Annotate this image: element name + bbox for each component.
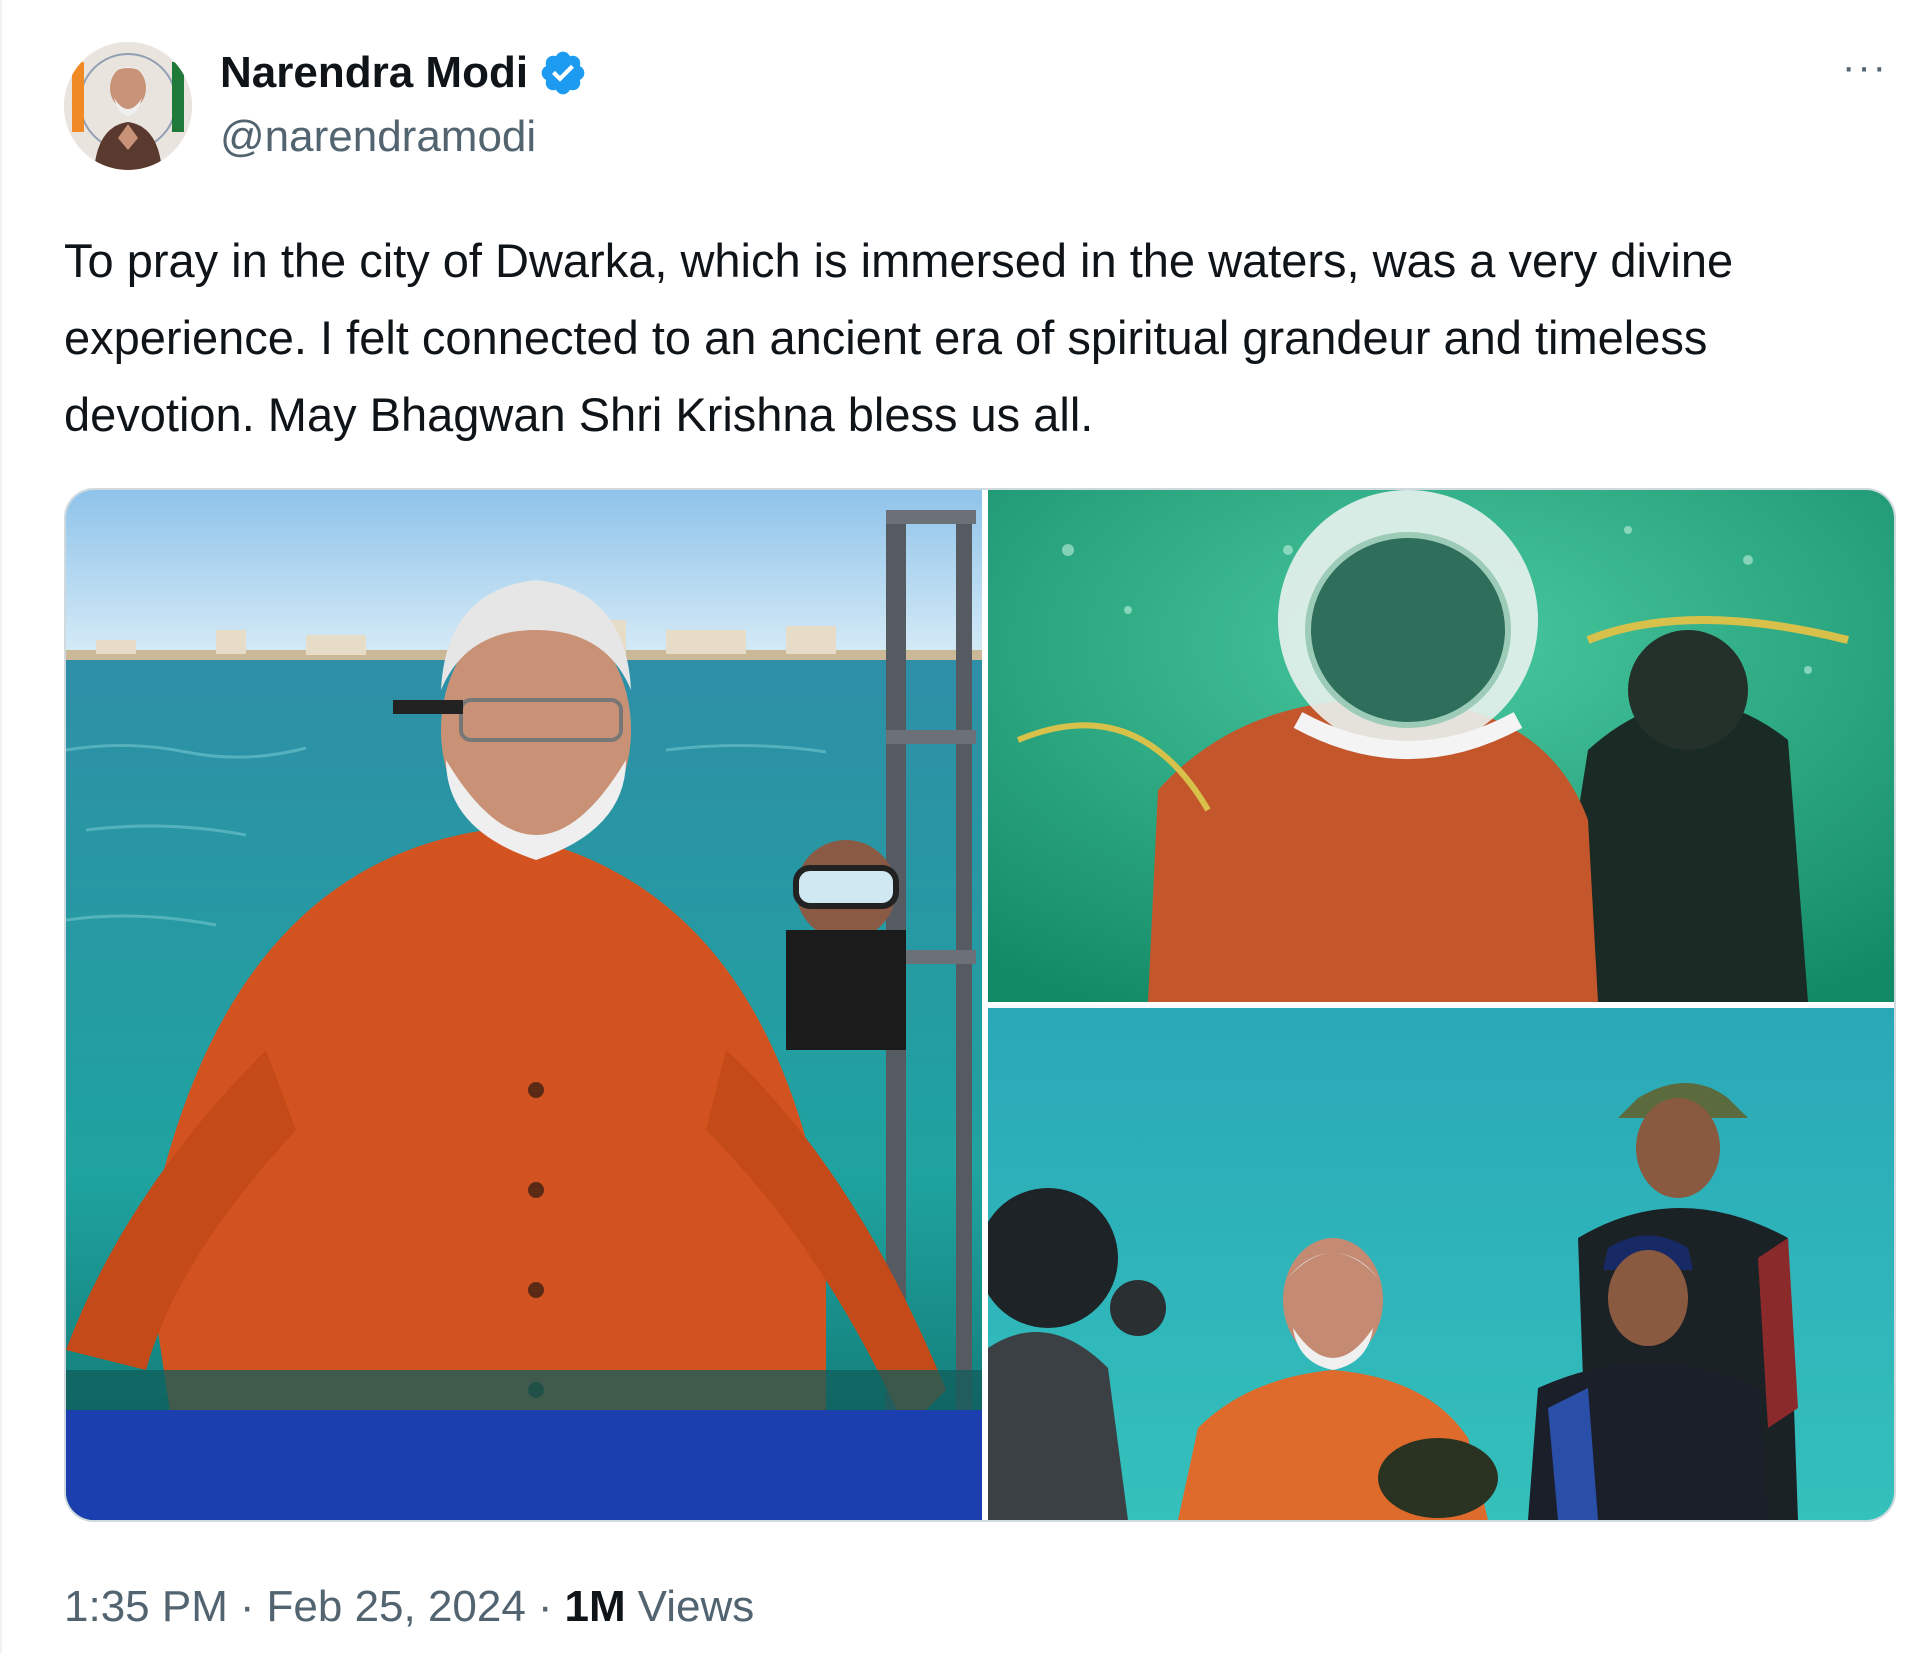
author-handle[interactable]: @narendramodi: [220, 112, 536, 162]
meta-separator: ·: [537, 1582, 553, 1631]
meta-separator: ·: [239, 1582, 255, 1631]
tweet-meta: 1:35 PM · Feb 25, 2024 · 1M Views: [64, 1582, 754, 1632]
media-photo-surface[interactable]: [66, 490, 982, 1520]
author-row: Narendra Modi: [220, 48, 588, 98]
tweet-card: Narendra Modi @narendramodi ··· To pray …: [0, 0, 1920, 1653]
more-options-icon[interactable]: ···: [1840, 47, 1890, 96]
media-grid: [64, 488, 1896, 1522]
avatar[interactable]: [64, 42, 192, 170]
views-count[interactable]: 1M: [565, 1582, 626, 1632]
verified-badge-icon[interactable]: [538, 48, 588, 98]
tweet-time[interactable]: 1:35 PM: [64, 1582, 228, 1632]
views-label: Views: [637, 1582, 755, 1631]
media-photo-boat[interactable]: [988, 1008, 1894, 1520]
tweet-text: To pray in the city of Dwarka, which is …: [64, 234, 1734, 441]
author-name[interactable]: Narendra Modi: [220, 48, 528, 98]
tweet-date[interactable]: Feb 25, 2024: [267, 1582, 526, 1632]
avatar-image: [64, 42, 192, 170]
media-photo-underwater[interactable]: [988, 490, 1894, 1002]
